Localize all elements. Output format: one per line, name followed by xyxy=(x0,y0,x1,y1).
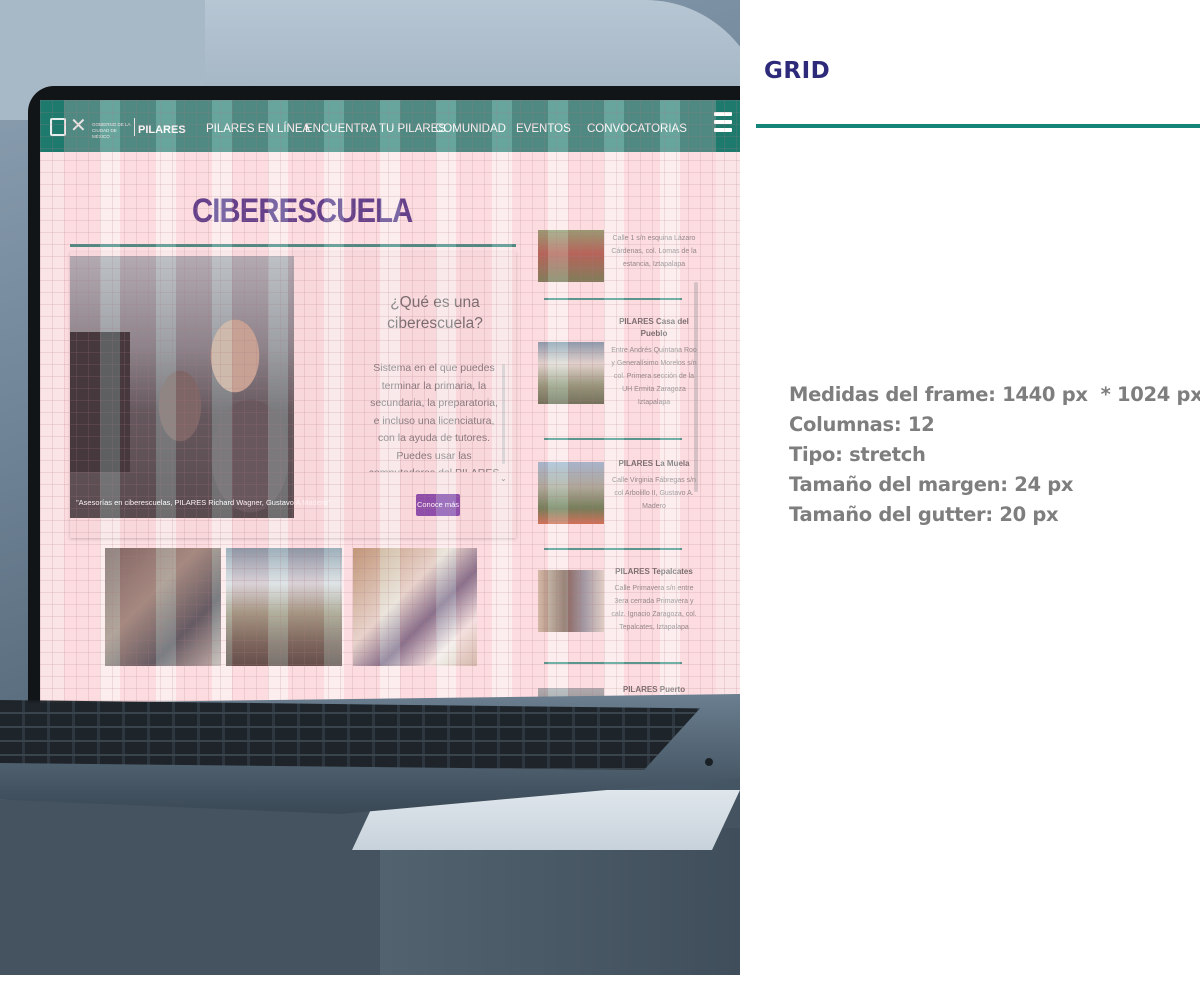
spec-margin: Tamaño del margen: 24 px xyxy=(789,473,1074,496)
card-scrollbar[interactable] xyxy=(502,364,505,464)
location-address: Calle Primavera s/n entre 3era cerrada P… xyxy=(611,585,697,631)
spec-gutter: Tamaño del gutter: 20 px xyxy=(789,503,1059,526)
heading-divider xyxy=(756,124,1200,128)
location-divider xyxy=(544,438,682,440)
laptop-port xyxy=(705,758,713,766)
spec-frame-size: Medidas del frame: 1440 px * 1024 px xyxy=(789,383,1200,406)
mockup-page: ✕ GOBIERNO DE LA CIUDAD DE MÉXICO PILARE… xyxy=(0,0,1200,1000)
nav-convocatorias[interactable]: CONVOCATORIAS xyxy=(587,123,687,135)
location-address: Calle Virginia Fábregas s/n col Arbolill… xyxy=(612,477,696,510)
location-divider xyxy=(544,298,682,300)
location-divider xyxy=(544,662,682,664)
question-title: ¿Qué es una ciberescuela? xyxy=(387,294,483,332)
location-divider xyxy=(544,548,682,550)
gallery-thumb[interactable] xyxy=(226,548,342,666)
chevron-down-icon[interactable]: ⌄ xyxy=(500,474,507,483)
location-photo xyxy=(538,230,604,282)
conoce-mas-button[interactable]: Conoce más xyxy=(416,494,460,516)
location-address: Entre Andrés Quintana Roo y Generalísimo… xyxy=(611,347,697,406)
nav-comunidad[interactable]: COMUNIDAD xyxy=(435,123,506,135)
photo-caption: "Asesorías en ciberescuelas, PILARES Ric… xyxy=(76,498,331,507)
gallery-thumb[interactable] xyxy=(353,548,477,666)
location-name: PILARES La Muela xyxy=(618,459,690,468)
location-name: PILARES Tepalcates xyxy=(615,567,693,576)
photo-computers xyxy=(70,332,130,472)
location-name: PILARES Casa del Pueblo xyxy=(619,317,689,338)
site-navbar: ✕ GOBIERNO DE LA CIUDAD DE MÉXICO PILARE… xyxy=(40,100,740,152)
location-photo xyxy=(538,462,604,524)
cdmx-logo-icon: ✕ xyxy=(70,113,87,137)
grid-specs: Medidas del frame: 1440 px * 1024 px Col… xyxy=(789,380,1200,530)
laptop-screen: ✕ GOBIERNO DE LA CIUDAD DE MÉXICO PILARE… xyxy=(40,100,740,708)
brand-divider xyxy=(134,118,135,136)
question-body: Sistema en el que puedes terminar la pri… xyxy=(369,362,500,472)
spec-type: Tipo: stretch xyxy=(789,443,926,466)
gov-label: GOBIERNO DE LA CIUDAD DE MÉXICO xyxy=(92,122,131,139)
cdmx-shield-icon xyxy=(50,118,66,136)
location-address: Calle 1 s/n esquina Lázaro Cárdenas, col… xyxy=(611,235,697,268)
gallery-thumb[interactable] xyxy=(105,548,221,666)
keyboard-rows xyxy=(0,700,700,770)
locations-sidebar: Calle 1 s/n esquina Lázaro Cárdenas, col… xyxy=(538,230,698,708)
laptop-mockup-scene: ✕ GOBIERNO DE LA CIUDAD DE MÉXICO PILARE… xyxy=(0,0,740,975)
hamburger-icon[interactable] xyxy=(714,112,732,136)
nav-encuentra-tu-pilares[interactable]: ENCUENTRA TU PILARES xyxy=(305,123,446,135)
site-content: CIBERESCUELA "Asesorías en ciberescuelas… xyxy=(40,152,740,708)
grid-heading: GRID xyxy=(764,58,831,84)
nav-pilares-en-linea[interactable]: PILARES EN LÍNEA xyxy=(206,123,310,135)
location-photo xyxy=(538,570,604,632)
page-title: CIBERESCUELA xyxy=(192,192,413,230)
pedestal xyxy=(380,828,740,975)
nav-eventos[interactable]: EVENTOS xyxy=(516,123,571,135)
title-divider xyxy=(70,244,516,247)
spec-columns: Columnas: 12 xyxy=(789,413,935,436)
location-photo xyxy=(538,342,604,404)
brand-logo[interactable]: PILARES xyxy=(138,124,186,136)
